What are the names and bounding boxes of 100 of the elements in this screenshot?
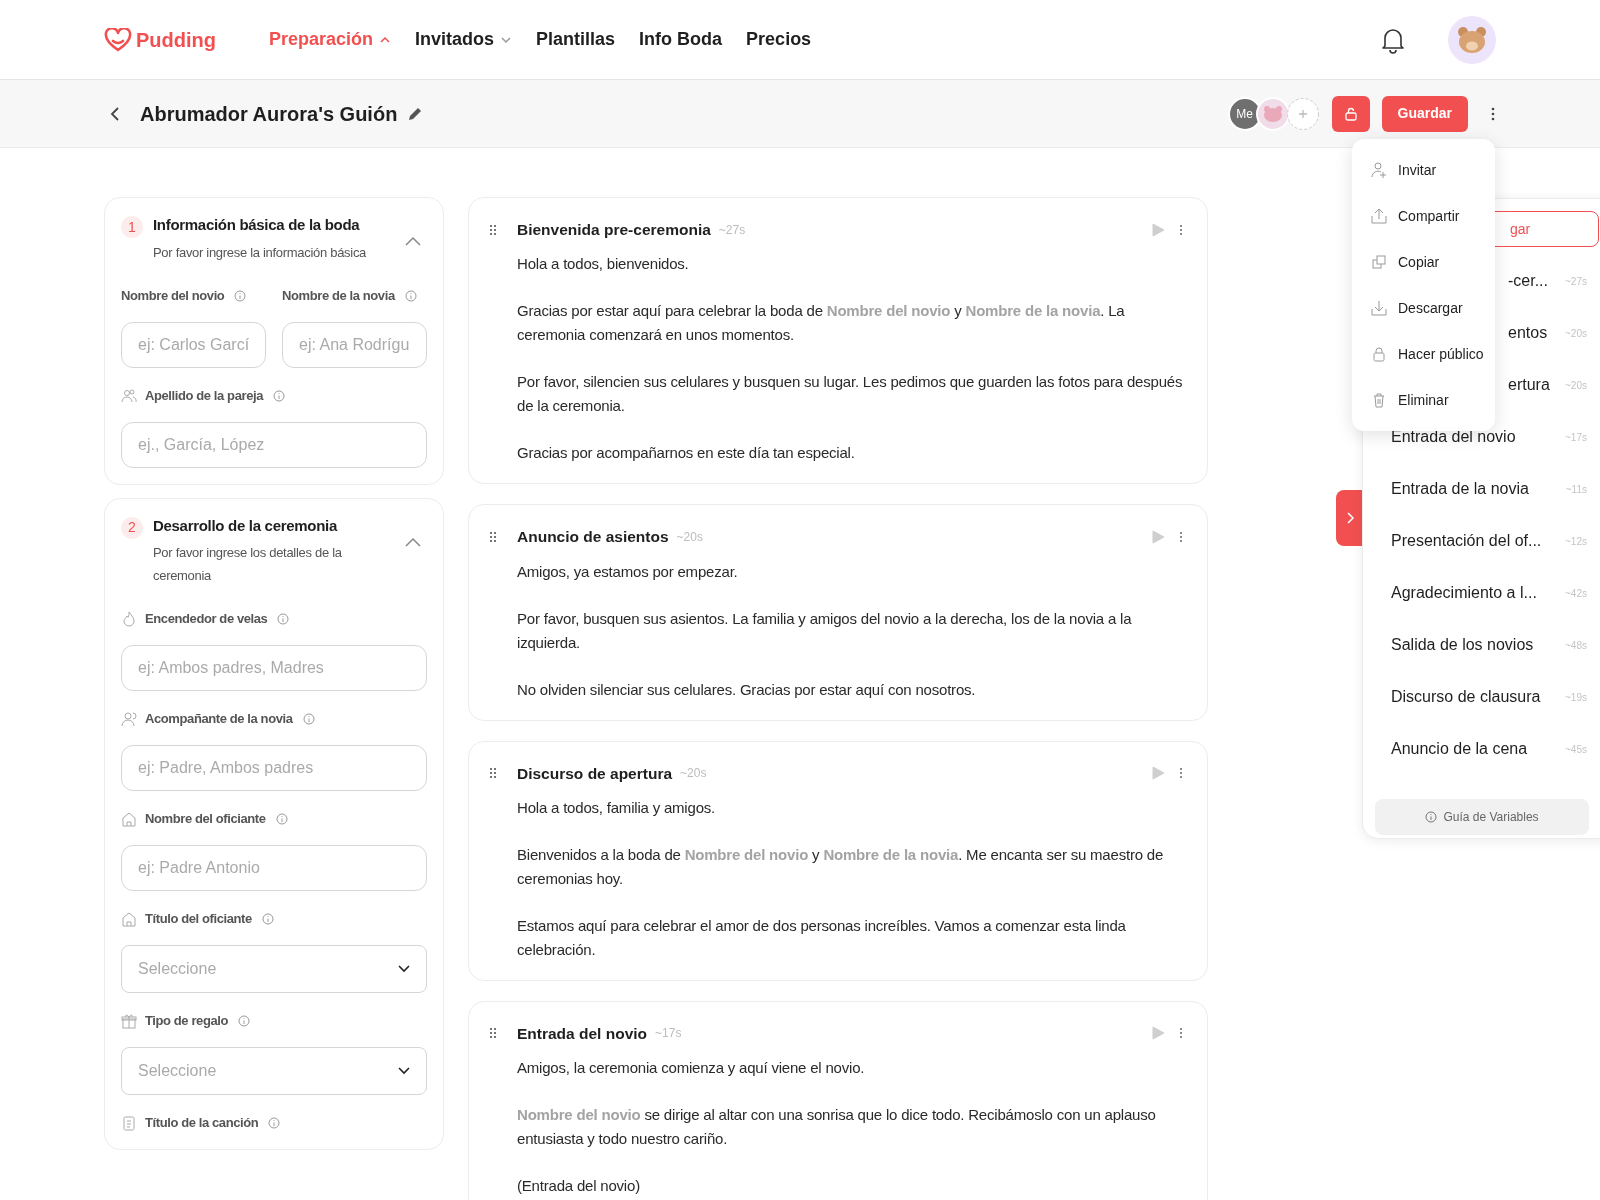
- drag-handle-icon[interactable]: [489, 530, 497, 543]
- clipboard-icon: [121, 1115, 137, 1131]
- outline-item[interactable]: Presentación del of... ~12s: [1375, 515, 1587, 567]
- duration-label: ~20s: [680, 765, 707, 783]
- info-icon[interactable]: [268, 1117, 281, 1129]
- info-icon[interactable]: [273, 389, 286, 402]
- script-paragraph: Amigos, ya estamos por empezar.: [517, 561, 739, 582]
- step-number: 1: [121, 216, 143, 238]
- section-title: Desarrollo de la ceremonia: [153, 515, 339, 536]
- section-subtitle: Por favor ingrese la información básica: [153, 243, 368, 262]
- chevron-up-icon: [405, 536, 421, 547]
- menu-item[interactable]: Invitar: [1352, 147, 1495, 193]
- script-paragraph: Por favor, busquen sus asientos. La familia y amigos del novio a la derecha, los de la novia a la izquierda.: [517, 608, 1133, 653]
- people-icon: [121, 387, 137, 404]
- text-field[interactable]: ej: Padre Antonio: [121, 845, 427, 891]
- info-icon[interactable]: [275, 813, 288, 825]
- nav-link[interactable]: Invitados: [415, 26, 513, 53]
- script-paragraph: Gracias por acompañarnos en este día tan especial.: [517, 443, 856, 464]
- section-title: Información básica de la boda: [153, 215, 361, 235]
- drag-handle-icon[interactable]: [489, 1027, 497, 1040]
- chevron-down-icon: [398, 965, 410, 973]
- menu-item[interactable]: Hacer público: [1352, 331, 1495, 377]
- menu-item[interactable]: Compartir: [1352, 193, 1495, 239]
- script-paragraph: Por favor, silencien sus celulares y busquen su lugar. Les pedimos que guarden las fotos para después de la ceremonia.: [517, 372, 1183, 417]
- field-label: Nombre del novio: [121, 286, 225, 305]
- info-icon[interactable]: [404, 289, 417, 302]
- collapse-tab[interactable]: [1336, 490, 1364, 546]
- outline-item[interactable]: Discurso de clausura ~19s: [1375, 671, 1587, 723]
- script-card-title: Discurso de apertura: [517, 763, 673, 784]
- menu-item[interactable]: Copiar: [1352, 239, 1495, 285]
- nav-link[interactable]: Plantillas: [536, 26, 616, 53]
- info-icon[interactable]: [261, 913, 274, 925]
- script-paragraph: Estamos aquí para celebrar el amor de dos personas increíbles. Vamos a comenzar esta linda celebración.: [517, 915, 1127, 960]
- collapse-button[interactable]: [405, 536, 421, 547]
- script-paragraph: Hola a todos, bienvenidos.: [517, 254, 690, 275]
- script-paragraph: Nombre del novio se dirige al altar con una sonrisa que lo dice todo. Recibámoslo con un aplauso entusiasta y todo nuestro cariño.: [517, 1105, 1157, 1149]
- collaborator-avatar: [1255, 96, 1290, 131]
- field-label: Apellido de la pareja: [145, 386, 264, 405]
- text-field[interactable]: ej: Ambos padres, Madres: [121, 645, 427, 691]
- step-number: 2: [121, 516, 143, 539]
- outline-item[interactable]: Salida de los novios ~48s: [1375, 619, 1587, 671]
- script-paragraph: (Entrada del novio): [517, 1176, 641, 1196]
- upload-icon: [1370, 207, 1388, 225]
- pencil-icon[interactable]: [407, 105, 424, 122]
- menu-item[interactable]: Eliminar: [1352, 377, 1495, 423]
- field-label: Tipo de regalo: [145, 1012, 228, 1031]
- person-icon: [121, 711, 137, 727]
- more-icon[interactable]: [1490, 105, 1496, 122]
- info-icon[interactable]: [302, 713, 315, 725]
- duration-label: ~17s: [655, 1025, 682, 1043]
- chevron-down-icon: [398, 1067, 410, 1075]
- info-icon: [1425, 811, 1438, 823]
- nav-link[interactable]: Precios: [746, 26, 812, 53]
- text-field[interactable]: ej: Padre, Ambos padres: [121, 745, 427, 791]
- drag-handle-icon[interactable]: [489, 767, 497, 780]
- lock-icon: [1370, 345, 1388, 363]
- text-field[interactable]: ej: Ana Rodrígu: [282, 321, 427, 368]
- gift-icon: [121, 1013, 137, 1029]
- script-paragraph: No olviden silenciar sus celulares. Gracias por estar aquí con nosotros.: [517, 679, 977, 700]
- info-icon[interactable]: [238, 1015, 250, 1027]
- field-label: Título del oficiante: [145, 910, 252, 929]
- building-icon: [121, 911, 137, 927]
- collapse-button[interactable]: [405, 236, 421, 246]
- document-title: Abrumador Aurora's Guión: [140, 101, 398, 127]
- field-label: Título de la canción: [145, 1114, 259, 1133]
- script-paragraph: Bienvenidos a la boda de Nombre del novio y Nombre de la novia. Me encanta ser su maestro de ceremonias hoy.: [517, 844, 1165, 889]
- duration-label: ~27s: [718, 221, 746, 239]
- field-label: Encendedor de velas: [145, 610, 268, 629]
- user-avatar[interactable]: [1448, 15, 1496, 64]
- info-icon[interactable]: [234, 289, 247, 302]
- script-card-title: Entrada del novio: [517, 1023, 648, 1044]
- drag-handle-icon[interactable]: [489, 223, 497, 236]
- nav-link[interactable]: Info Boda: [639, 26, 723, 53]
- text-field[interactable]: ej., García, López: [121, 421, 427, 468]
- field-label: Nombre del oficiante: [145, 810, 266, 829]
- script-paragraph: Amigos, la ceremonia comienza y aquí viene el novio.: [517, 1058, 866, 1078]
- field-label: Acompañante de la novia: [145, 710, 293, 729]
- outline-item[interactable]: Anuncio de la cena ~45s: [1375, 723, 1587, 775]
- outline-item[interactable]: Agradecimiento a l... ~42s: [1375, 567, 1587, 619]
- download-icon: [1370, 299, 1388, 317]
- variables-guide-button[interactable]: Guía de Variables: [1375, 799, 1589, 835]
- outline-item[interactable]: Entrada de la novia ~11s: [1375, 463, 1587, 515]
- script-paragraph: Gracias por estar aquí para celebrar la boda de Nombre del novio y Nombre de la novia. La ceremonia comenzará en unos momentos.: [517, 301, 1126, 346]
- chevron-right-icon: [1345, 511, 1355, 525]
- duration-label: ~20s: [676, 528, 703, 546]
- heart-logo-icon: [104, 27, 132, 52]
- text-field[interactable]: ej: Carlos Garcí: [121, 321, 266, 368]
- building-icon: [121, 811, 137, 827]
- menu-item[interactable]: Descargar: [1352, 285, 1495, 331]
- person-add-icon: [1370, 161, 1388, 179]
- lock-button[interactable]: [1331, 95, 1370, 132]
- field-label: Nombre de la novia: [282, 286, 395, 305]
- lock-icon: [1343, 106, 1358, 121]
- info-icon[interactable]: [277, 613, 290, 625]
- script-card-title: Bienvenida pre-ceremonia: [517, 220, 711, 240]
- chevron-up-icon: [405, 236, 421, 246]
- script-card-title: Anuncio de asientos: [517, 527, 669, 548]
- script-paragraph: Hola a todos, familia y amigos.: [517, 797, 717, 818]
- copy-icon: [1370, 253, 1388, 271]
- flame-icon: [121, 611, 137, 627]
